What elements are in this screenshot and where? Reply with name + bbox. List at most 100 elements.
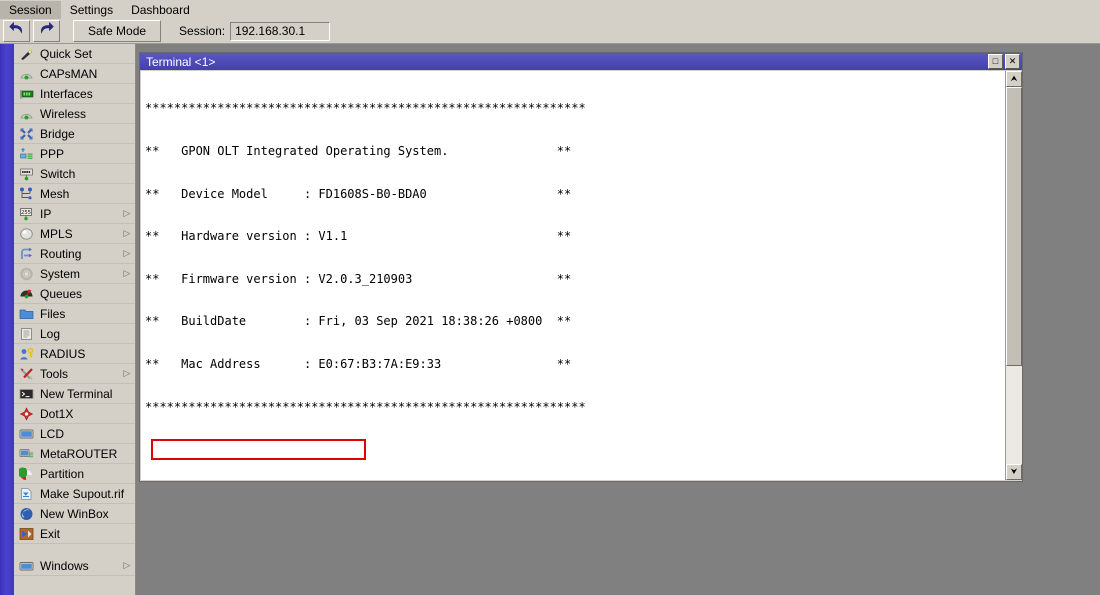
sidebar-item-dot1x[interactable]: Dot1X [14,404,135,424]
partition-pie-icon [18,466,35,481]
sidebar-item-wireless[interactable]: Wireless [14,104,135,124]
sidebar-item-quick-set[interactable]: Quick Set [14,44,135,64]
menu-item-dashboard[interactable]: Dashboard [122,1,199,19]
redo-arrow-icon [39,22,54,40]
undo-button[interactable] [3,20,30,42]
chevron-right-icon: ▷ [122,560,132,571]
sidebar-item-make-supout[interactable]: Make Supout.rif [14,484,135,504]
scrollbar-thumb[interactable] [1006,87,1022,366]
sidebar-item-label: Partition [40,467,135,481]
scrollbar-track[interactable] [1006,87,1022,464]
sidebar-item-bridge[interactable]: Bridge [14,124,135,144]
session-address-field[interactable]: 192.168.30.1 [230,22,330,41]
chevron-right-icon: ▷ [122,268,132,279]
sidebar-spacer [14,544,135,556]
sidebar-item-label: MPLS [40,227,122,241]
tools-icon [18,366,35,381]
queues-gauge-icon [18,286,35,301]
sidebar-item-new-winbox[interactable]: New WinBox [14,504,135,524]
terminal-text: ****************************************… [141,71,1005,480]
terminal-output-area[interactable]: ****************************************… [141,71,1006,480]
winbox-swirl-icon [18,506,35,521]
sidebar-item-mpls[interactable]: MPLS ▷ [14,224,135,244]
bridge-arrows-icon [18,126,35,141]
mpls-disc-icon [18,226,35,241]
sidebar-item-label: Exit [40,527,135,541]
maximize-button[interactable]: □ [988,54,1003,69]
interface-card-icon [18,86,35,101]
sidebar-item-exit[interactable]: Exit [14,524,135,544]
sidebar-item-radius[interactable]: RADIUS [14,344,135,364]
sidebar-item-label: Make Supout.rif [40,487,135,501]
terminal-line: ****************************************… [145,101,1005,115]
sidebar-item-switch[interactable]: Switch [14,164,135,184]
main-sidebar-menu: Quick Set CAPsMAN Interfaces Wireless Br [14,44,136,595]
log-page-icon [18,326,35,341]
chevron-right-icon: ▷ [122,248,132,259]
ppp-icon [18,146,35,161]
redo-button[interactable] [33,20,60,42]
exit-icon [18,526,35,541]
sidebar-item-queues[interactable]: Queues [14,284,135,304]
terminal-line: ** Device Model : FD1608S-B0-BDA0 ** [145,187,1005,201]
mesh-nodes-icon [18,186,35,201]
sidebar-item-windows[interactable]: Windows ▷ [14,556,135,576]
sidebar-item-label: System [40,267,122,281]
sidebar-item-label: New Terminal [40,387,135,401]
radius-user-key-icon [18,346,35,361]
sidebar-item-mesh[interactable]: Mesh [14,184,135,204]
sidebar-item-tools[interactable]: Tools ▷ [14,364,135,384]
metarouter-icon [18,446,35,461]
sidebar-item-label: Bridge [40,127,135,141]
terminal-title-text: Terminal <1> [146,55,988,69]
close-button[interactable]: ✕ [1005,54,1020,69]
menu-item-settings[interactable]: Settings [61,1,122,19]
terminal-line: ** Firmware version : V2.0.3_210903 ** [145,272,1005,286]
safe-mode-button[interactable]: Safe Mode [73,20,161,42]
supout-file-icon [18,486,35,501]
session-label: Session: [179,24,225,38]
sidebar-item-lcd[interactable]: LCD [14,424,135,444]
sidebar-item-label: RADIUS [40,347,135,361]
terminal-line: ** Hardware version : V1.1 ** [145,229,1005,243]
sidebar-item-ip[interactable]: 255 IP ▷ [14,204,135,224]
sidebar-item-log[interactable]: Log [14,324,135,344]
sidebar-item-routing[interactable]: Routing ▷ [14,244,135,264]
sidebar-item-label: Dot1X [40,407,135,421]
winbox-branding-strip: WinBox [0,44,14,595]
sidebar-item-capsman[interactable]: CAPsMAN [14,64,135,84]
menu-item-session[interactable]: Session [0,1,61,19]
sidebar-item-label: IP [40,207,122,221]
sidebar-item-files[interactable]: Files [14,304,135,324]
scroll-up-button[interactable]: ⮝ [1006,71,1022,87]
undo-arrow-icon [9,22,24,40]
sidebar-item-ppp[interactable]: PPP [14,144,135,164]
chevron-right-icon: ▷ [122,368,132,379]
sidebar-item-interfaces[interactable]: Interfaces [14,84,135,104]
windows-icon [18,558,35,573]
terminal-vertical-scrollbar[interactable]: ⮝ ⮟ [1005,71,1021,480]
sidebar-item-new-terminal[interactable]: New Terminal [14,384,135,404]
system-gear-icon [18,266,35,281]
sidebar-item-label: Switch [40,167,135,181]
scroll-down-button[interactable]: ⮟ [1006,464,1022,480]
sidebar-item-label: Quick Set [40,47,135,61]
sidebar-item-label: New WinBox [40,507,135,521]
terminal-title-bar[interactable]: Terminal <1> □ ✕ [140,53,1022,70]
dot1x-icon [18,406,35,421]
chevron-right-icon: ▷ [122,228,132,239]
sidebar-item-label: PPP [40,147,135,161]
sidebar-item-label: MetaROUTER [40,447,135,461]
terminal-window: Terminal <1> □ ✕ ***********************… [139,52,1023,482]
sidebar-item-label: Tools [40,367,122,381]
terminal-line: ****************************************… [145,400,1005,414]
routing-arrow-icon [18,246,35,261]
sidebar-item-partition[interactable]: Partition [14,464,135,484]
magic-wand-icon [18,46,35,61]
sidebar-item-label: Routing [40,247,122,261]
sidebar-item-metarouter[interactable]: MetaROUTER [14,444,135,464]
sidebar-item-system[interactable]: System ▷ [14,264,135,284]
ip-255-icon: 255 [18,206,35,221]
main-toolbar: Safe Mode Session: 192.168.30.1 [0,19,1100,44]
antenna-icon [18,66,35,81]
